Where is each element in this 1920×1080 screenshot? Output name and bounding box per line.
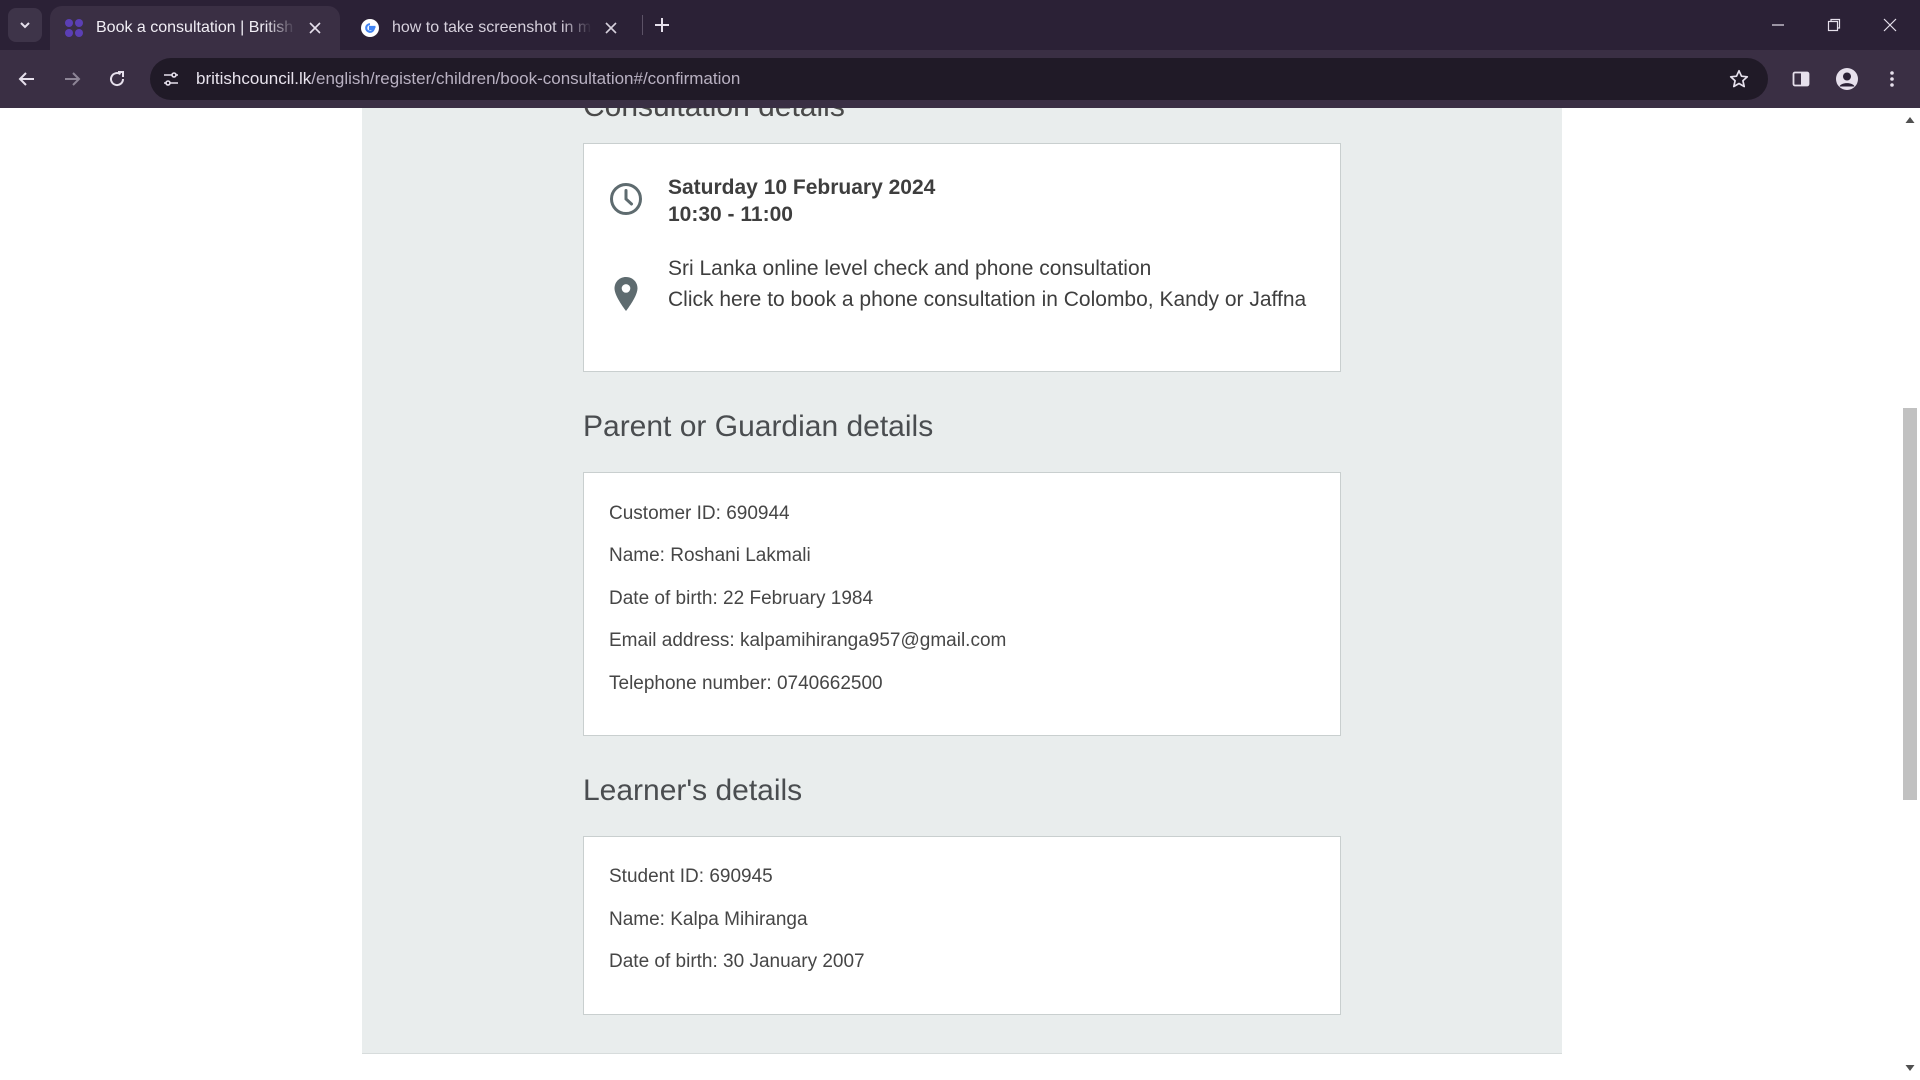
forward-icon: [65, 72, 81, 86]
parent-telephone: Telephone number: 0740662500: [609, 673, 883, 694]
bookmark-button[interactable]: [1724, 64, 1754, 94]
site-info-icon: [164, 72, 178, 86]
learner-date-of-birth: Date of birth: 30 January 2007: [609, 951, 865, 972]
restore-icon: [1827, 18, 1841, 32]
learner-name: Name: Kalpa Mihiranga: [609, 909, 808, 930]
parent-name: Name: Roshani Lakmali: [609, 545, 811, 566]
clock-icon: [610, 183, 642, 215]
page-viewport: Consultation details Saturday 10 Februar…: [0, 108, 1900, 1080]
consultation-time: 10:30 - 11:00: [668, 203, 793, 226]
tab-google-search[interactable]: how to take screenshot in msi laptop: [346, 6, 636, 50]
back-icon: [18, 72, 34, 86]
new-tab-button[interactable]: [648, 11, 676, 39]
book-phone-consultation-link[interactable]: Click here to book a phone consultation …: [668, 284, 1308, 315]
consultation-details-heading: Consultation details: [583, 108, 845, 124]
learner-details-heading: Learner's details: [583, 774, 803, 807]
consultation-card: Saturday 10 February 2024 10:30 - 11:00 …: [583, 143, 1341, 372]
learner-details-card: Student ID: 690945 Name: Kalpa Mihiranga…: [583, 836, 1341, 1015]
menu-icon: [1890, 71, 1894, 87]
back-button[interactable]: [9, 61, 45, 97]
google-favicon: [361, 19, 379, 37]
profile-button[interactable]: [1829, 61, 1865, 97]
tab-british-council[interactable]: Book a consultation | British Council: [50, 6, 340, 50]
browser-toolbar: britishcouncil.lk/english/register/child…: [0, 50, 1920, 108]
profile-icon: [1836, 68, 1858, 90]
url-host: britishcouncil.lk: [196, 69, 312, 88]
forward-button[interactable]: [54, 61, 90, 97]
tab-strip: Book a consultation | British Council ho…: [0, 0, 1920, 50]
arrow-down-icon: [1905, 1065, 1915, 1071]
reload-button[interactable]: [99, 61, 135, 97]
parent-email: Email address: kalpamihiranga957@gmail.c…: [609, 630, 1007, 651]
student-id: Student ID: 690945: [609, 866, 773, 887]
address-bar[interactable]: britishcouncil.lk/english/register/child…: [150, 58, 1768, 100]
parent-details-heading: Parent or Guardian details: [583, 410, 934, 443]
scroll-down-arrow[interactable]: [1904, 1062, 1916, 1074]
star-icon: [1729, 69, 1749, 88]
divider: [362, 1053, 1562, 1054]
tab-title: Book a consultation | British Council: [96, 19, 296, 36]
window-close-button[interactable]: [1862, 0, 1918, 50]
minimize-button[interactable]: [1750, 0, 1806, 50]
british-council-favicon: [65, 19, 83, 37]
reload-icon: [110, 71, 125, 87]
side-panel-button[interactable]: [1783, 61, 1819, 97]
consultation-date: Saturday 10 February 2024: [668, 176, 936, 199]
parent-date-of-birth: Date of birth: 22 February 1984: [609, 588, 874, 609]
close-icon[interactable]: [600, 17, 622, 39]
location-pin-icon: [614, 277, 638, 311]
tab-search-button[interactable]: [8, 8, 42, 42]
tab-separator: [642, 15, 643, 35]
url-text: britishcouncil.lk/english/register/child…: [196, 69, 740, 89]
vertical-scrollbar[interactable]: [1900, 108, 1920, 1080]
customer-id: Customer ID: 690944: [609, 503, 790, 524]
tab-title: how to take screenshot in msi laptop: [392, 19, 592, 36]
arrow-up-icon: [1905, 117, 1915, 123]
scroll-up-arrow[interactable]: [1904, 114, 1916, 126]
minimize-icon: [1772, 24, 1784, 26]
chevron-down-icon: [20, 22, 30, 29]
plus-icon: [655, 18, 669, 32]
side-panel-icon: [1792, 71, 1810, 87]
browser-menu-button[interactable]: [1874, 61, 1910, 97]
url-path: /english/register/children/book-consulta…: [311, 69, 741, 88]
site-info-button[interactable]: [156, 64, 186, 94]
scroll-thumb[interactable]: [1903, 408, 1917, 800]
parent-details-card: Customer ID: 690944 Name: Roshani Lakmal…: [583, 472, 1341, 736]
window-close-icon: [1883, 18, 1897, 32]
venue-title: Sri Lanka online level check and phone c…: [668, 257, 1152, 280]
venue-details: Sri Lanka online level check and phone c…: [668, 253, 1308, 315]
close-icon[interactable]: [304, 17, 326, 39]
restore-button[interactable]: [1806, 0, 1862, 50]
